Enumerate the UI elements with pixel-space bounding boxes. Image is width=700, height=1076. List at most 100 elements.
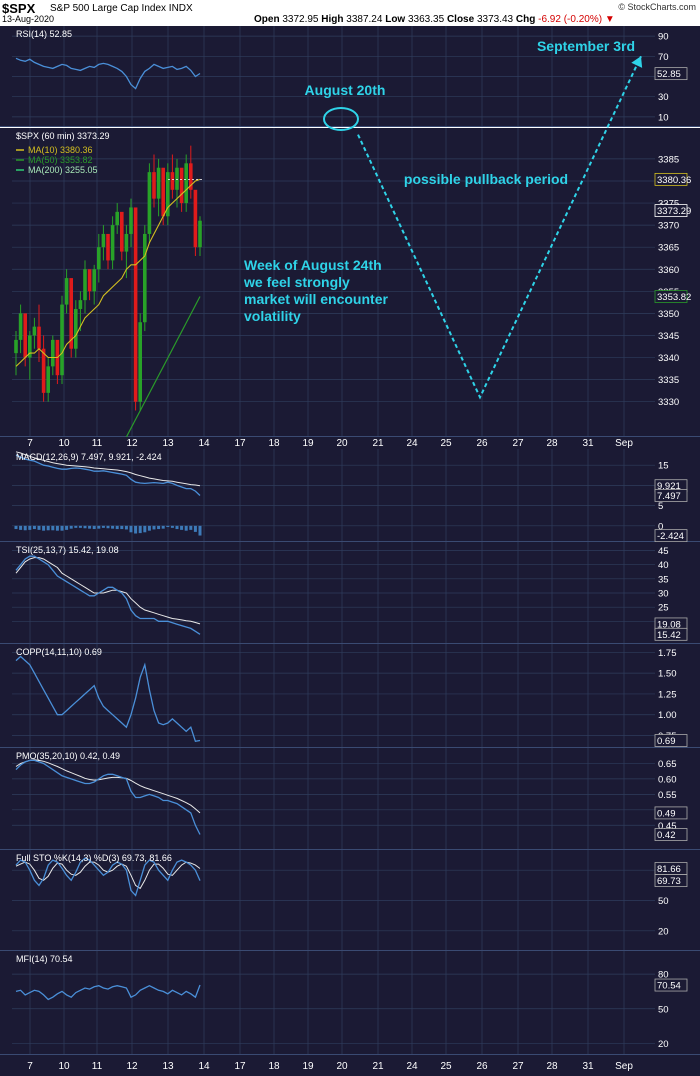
macd-histogram-bar <box>198 525 202 536</box>
pmo-tick-label: 0.65 <box>658 759 677 770</box>
price-tick-label: 3360 <box>658 265 679 276</box>
copp-tick-label: 1.75 <box>658 648 677 659</box>
date-axis-label: 10 <box>58 1061 70 1072</box>
mfi-tick-label: 50 <box>658 1004 669 1015</box>
date-axis-label: 28 <box>546 438 558 449</box>
copp-panel: 0.751.001.251.501.750.69COPP(14,11,10) 0… <box>0 644 700 748</box>
macd-histogram-bar <box>46 525 50 531</box>
date-axis-bottom: 7 10 11 12 13 14 17 18 19 20 21 24 25 26 27 28 31 Sep <box>0 1055 700 1076</box>
date-axis-label: 21 <box>372 1061 384 1072</box>
sto-legend: Full STO %K(14,3) %D(3) 69.73, 81.66 <box>16 853 172 863</box>
chart-header: $SPX S&P 500 Large Cap Index INDX 13-Aug… <box>0 0 700 25</box>
date-axis-label: 20 <box>336 438 348 449</box>
price-candle <box>97 247 101 270</box>
exchange: INDX <box>168 3 193 14</box>
macd-histogram-bar <box>111 525 115 529</box>
mfi-panel-bg <box>0 951 700 1055</box>
price-candle <box>78 300 83 309</box>
macd-histogram-bar <box>23 525 27 531</box>
tsi-legend: TSI(25,13,7) 15.42, 19.08 <box>16 545 119 555</box>
price-candle <box>64 278 69 305</box>
price-candle <box>83 269 87 301</box>
macd-histogram-bar <box>101 525 105 528</box>
tsi-tick-label: 25 <box>658 603 669 614</box>
macd-histogram-bar <box>37 525 41 530</box>
macd-histogram-bar <box>147 525 151 531</box>
price-candle <box>198 220 202 248</box>
date-axis-label: Sep <box>615 1061 633 1072</box>
macd-histogram-bar <box>69 525 73 529</box>
price-candle <box>41 348 46 393</box>
macd-histogram-bar <box>115 525 119 530</box>
macd-histogram-bar <box>166 525 170 528</box>
pullback-label: possible pullback period <box>404 171 568 187</box>
mfi-legend: MFI(14) 70.54 <box>16 954 73 964</box>
copp-tick-label: 1.50 <box>658 669 677 680</box>
september-3-label: September 3rd <box>537 38 635 54</box>
price-candle <box>170 172 175 190</box>
week-note-line: market will encounter <box>244 291 388 307</box>
rsi-tick-label: 30 <box>658 92 669 103</box>
price-candle <box>120 211 124 252</box>
date-axis-bg <box>0 437 700 449</box>
price-tick-label: 3345 <box>658 331 679 342</box>
macd-histogram-bar <box>157 525 161 530</box>
price-value-flag-text: 3353.82 <box>657 292 691 303</box>
date-axis-label: 18 <box>268 438 280 449</box>
date-axis-label: 7 <box>27 1061 33 1072</box>
date-axis-label: 28 <box>546 1061 558 1072</box>
price-candle <box>18 313 23 340</box>
macd-tick-label: 15 <box>658 461 669 472</box>
date-axis-label: 25 <box>440 1061 452 1072</box>
macd-panel: 0510159.9217.497-2.424MACD(12,26,9) 7.49… <box>0 449 700 542</box>
price-candle <box>37 326 41 349</box>
price-candle <box>184 163 188 204</box>
macd-tick-label: 5 <box>658 501 663 512</box>
price-value-flag-text: 3380.36 <box>657 175 691 186</box>
price-candle <box>46 366 50 393</box>
macd-histogram-bar <box>83 525 87 529</box>
copp-value-flag-text: 0.69 <box>657 736 676 747</box>
tsi-value-flag-text: 15.42 <box>657 630 681 641</box>
price-candle <box>14 339 18 354</box>
macd-histogram-bar <box>78 525 82 528</box>
date-axis-label: 31 <box>582 438 594 449</box>
macd-histogram-bar <box>106 525 110 529</box>
macd-histogram-bar <box>184 525 188 531</box>
price-candle <box>87 269 92 292</box>
macd-histogram-bar <box>129 525 133 533</box>
price-panel-bg <box>0 128 700 437</box>
date-axis-label: 12 <box>126 1061 138 1072</box>
week-note-line: volatility <box>244 308 301 324</box>
price-candle <box>101 233 106 248</box>
copp-tick-label: 1.00 <box>658 710 677 721</box>
date-axis-label: 17 <box>234 1061 246 1072</box>
price-value-flag-text: 3373.29 <box>657 206 691 217</box>
ma200-legend: MA(200) 3255.05 <box>28 165 98 175</box>
copp-legend: COPP(14,11,10) 0.69 <box>16 647 102 657</box>
chart-canvas: 10 30 50 70 90 RSI(14) 52.85 52.85 3330 3335 3340… <box>0 26 700 1076</box>
price-candle <box>110 225 115 261</box>
macd-histogram-bar <box>161 525 165 529</box>
price-candle <box>74 308 78 349</box>
date-axis-label: 14 <box>198 1061 210 1072</box>
date-axis-label: 25 <box>440 438 452 449</box>
macd-histogram-bar <box>189 525 193 530</box>
pmo-legend: PMO(35,20,10) 0.42, 0.49 <box>16 751 120 761</box>
macd-histogram-bar <box>65 525 69 530</box>
price-tick-label: 3340 <box>658 353 679 364</box>
copp-tick-label: 1.25 <box>658 689 677 700</box>
price-candle <box>124 233 129 252</box>
mfi-value-flag-text: 70.54 <box>657 981 681 992</box>
price-candle <box>51 339 55 367</box>
macd-histogram-bar <box>170 525 174 528</box>
ma10-legend: MA(10) 3380.36 <box>28 145 93 155</box>
date-axis-label: 12 <box>126 438 138 449</box>
rsi-tick-label: 70 <box>658 52 669 63</box>
macd-histogram-bar <box>97 525 101 529</box>
price-candle <box>156 167 161 199</box>
price-candle <box>92 269 96 292</box>
price-tick-label: 3385 <box>658 154 679 165</box>
price-candle <box>179 167 184 204</box>
pmo-value-flag-text: 0.49 <box>657 808 676 819</box>
